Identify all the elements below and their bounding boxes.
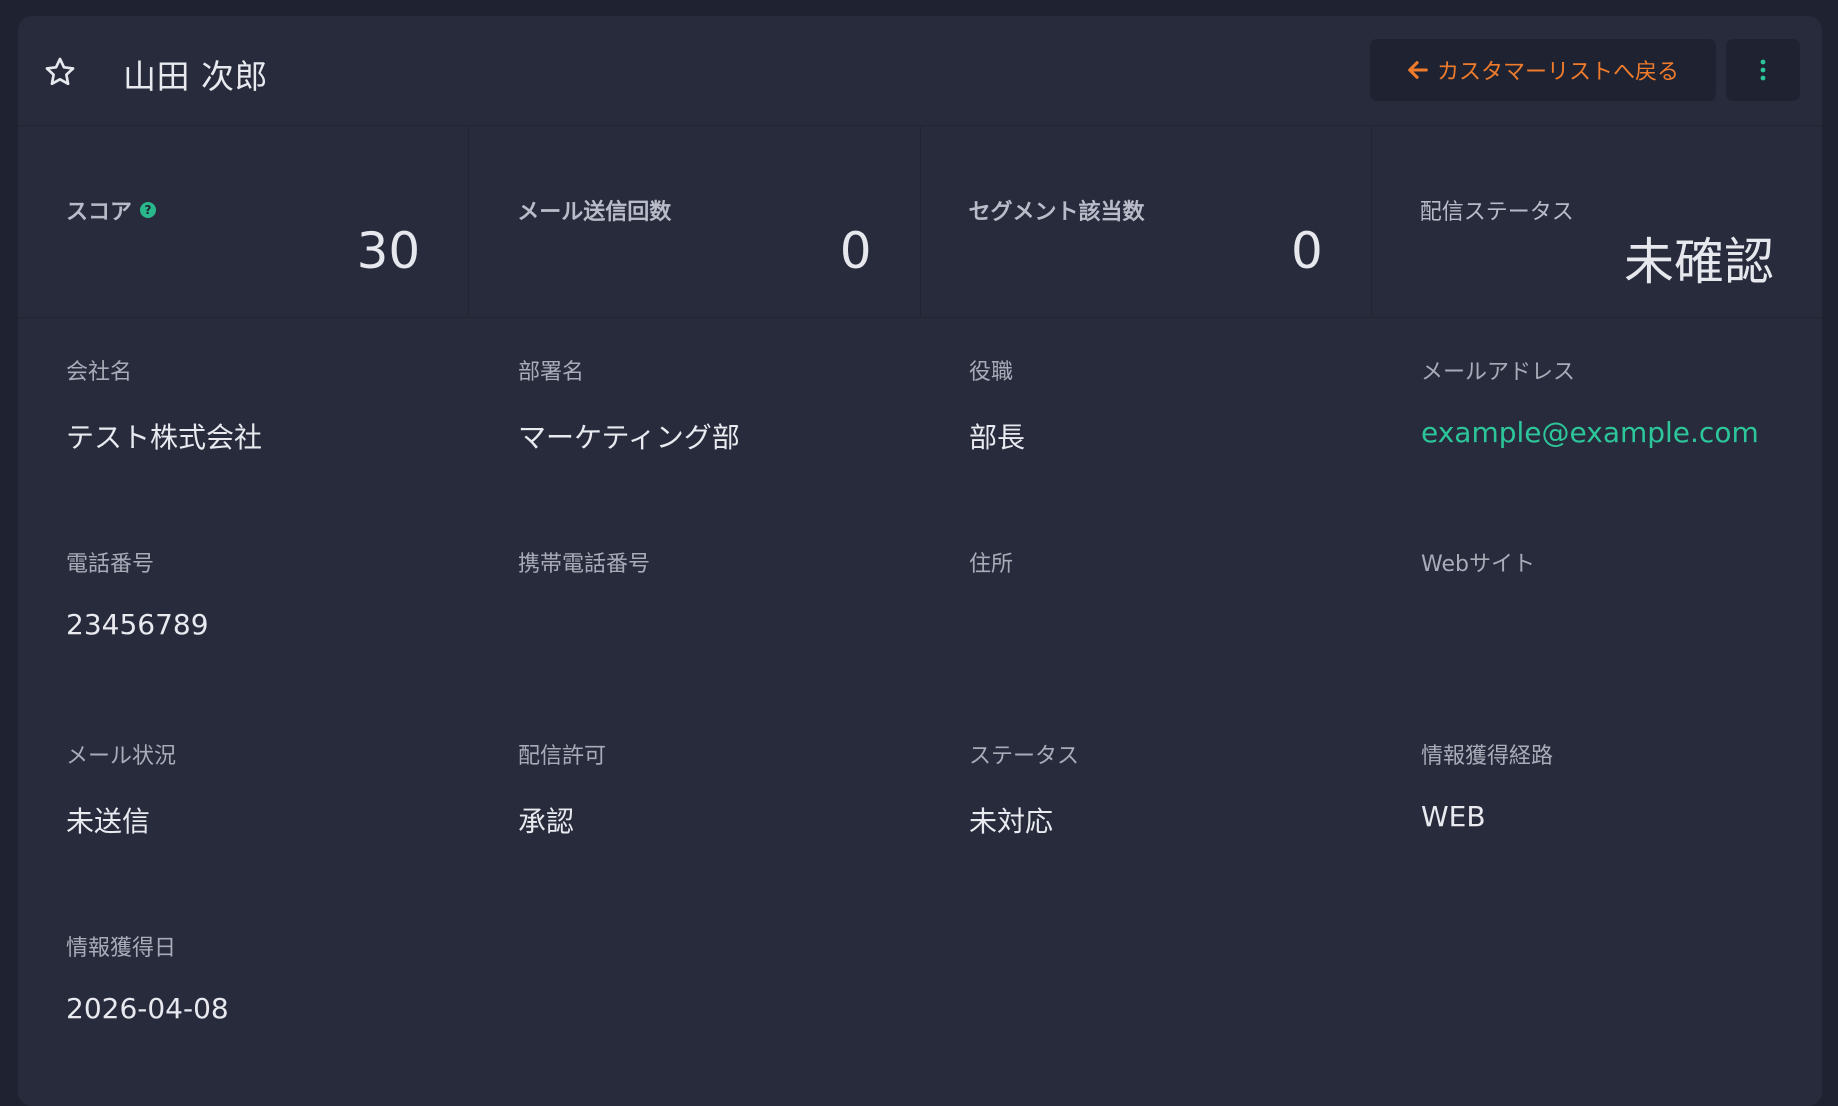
- stat-segment-count: セグメント該当数 0: [921, 126, 1372, 317]
- more-options-button[interactable]: [1726, 39, 1800, 101]
- customer-detail-card: 山田 次郎 カスタマーリストへ戻る スコア ? 30 メール送信回数 0 セグメ…: [18, 16, 1822, 1106]
- field-label: 情報獲得経路: [1421, 744, 1554, 769]
- back-button-label: カスタマーリストへ戻る: [1436, 60, 1679, 85]
- stat-label: 配信ステータス: [1419, 200, 1574, 225]
- field-phone: 電話番号 23456789: [66, 546, 486, 642]
- field-mobile: 携帯電話番号: [518, 546, 938, 642]
- field-source: 情報獲得経路 WEB: [1421, 738, 1822, 834]
- star-icon: [45, 57, 75, 86]
- field-value: マーケティング部: [518, 421, 740, 454]
- field-label: 携帯電話番号: [518, 552, 651, 577]
- field-label: メールアドレス: [1421, 360, 1576, 385]
- field-label: 部署名: [518, 360, 585, 385]
- stats-row: スコア ? 30 メール送信回数 0 セグメント該当数 0 配信ステータス 未確…: [18, 126, 1822, 318]
- field-value: WEB: [1421, 800, 1486, 833]
- field-value: [518, 608, 938, 642]
- field-value: 部長: [969, 421, 1026, 454]
- field-label: 役職: [969, 360, 1014, 385]
- field-label: 配信許可: [518, 744, 607, 769]
- field-department: 部署名 マーケティング部: [518, 354, 938, 456]
- stat-value: 0: [839, 222, 872, 280]
- field-website: Webサイト: [1421, 546, 1822, 642]
- field-label: Webサイト: [1421, 552, 1535, 577]
- arrow-left-icon: [1408, 61, 1428, 79]
- field-acquired-date: 情報獲得日 2026-04-08: [66, 930, 486, 1026]
- field-company: 会社名 テスト株式会社: [66, 354, 486, 456]
- stat-score: スコア ? 30: [18, 126, 470, 317]
- field-value: 2026-04-08: [66, 992, 229, 1025]
- field-label: 会社名: [66, 360, 133, 385]
- field-label: ステータス: [969, 744, 1080, 769]
- field-value: [1421, 608, 1822, 642]
- field-label: 住所: [969, 552, 1014, 577]
- field-delivery-permission: 配信許可 承認: [518, 738, 938, 840]
- field-label: 情報獲得日: [66, 936, 177, 961]
- question-circle-icon[interactable]: ?: [140, 202, 157, 218]
- kebab-menu-icon: [1760, 59, 1766, 81]
- field-value: テスト株式会社: [66, 421, 263, 454]
- field-status: ステータス 未対応: [969, 738, 1389, 840]
- field-value: 未送信: [66, 805, 151, 838]
- field-value: 未対応: [969, 805, 1054, 838]
- stat-value: 30: [356, 222, 421, 280]
- field-address: 住所: [969, 546, 1389, 642]
- field-value: [969, 608, 1389, 642]
- stat-label: セグメント該当数: [968, 200, 1145, 225]
- field-value: 23456789: [66, 608, 209, 641]
- field-value: 承認: [518, 805, 575, 838]
- customer-name-title: 山田 次郎: [123, 57, 268, 96]
- stat-label: メール送信回数: [517, 200, 672, 225]
- stat-label-text: スコア: [66, 200, 133, 225]
- field-position: 役職 部長: [969, 354, 1389, 456]
- stat-delivery-status: 配信ステータス 未確認: [1372, 126, 1822, 317]
- stat-mail-sent-count: メール送信回数 0: [469, 126, 921, 317]
- stat-value: 0: [1290, 222, 1323, 280]
- field-mail-status: メール状況 未送信: [66, 738, 486, 840]
- back-to-customer-list-button[interactable]: カスタマーリストへ戻る: [1370, 39, 1716, 101]
- email-link[interactable]: example@example.com: [1421, 416, 1822, 450]
- favorite-star-button[interactable]: [40, 52, 80, 92]
- field-label: メール状況: [66, 744, 177, 769]
- detail-header: 山田 次郎 カスタマーリストへ戻る: [18, 16, 1822, 126]
- field-label: 電話番号: [66, 552, 155, 577]
- stat-label: スコア ?: [66, 194, 157, 226]
- stat-value: 未確認: [1624, 233, 1774, 291]
- field-email: メールアドレス example@example.com: [1421, 354, 1822, 450]
